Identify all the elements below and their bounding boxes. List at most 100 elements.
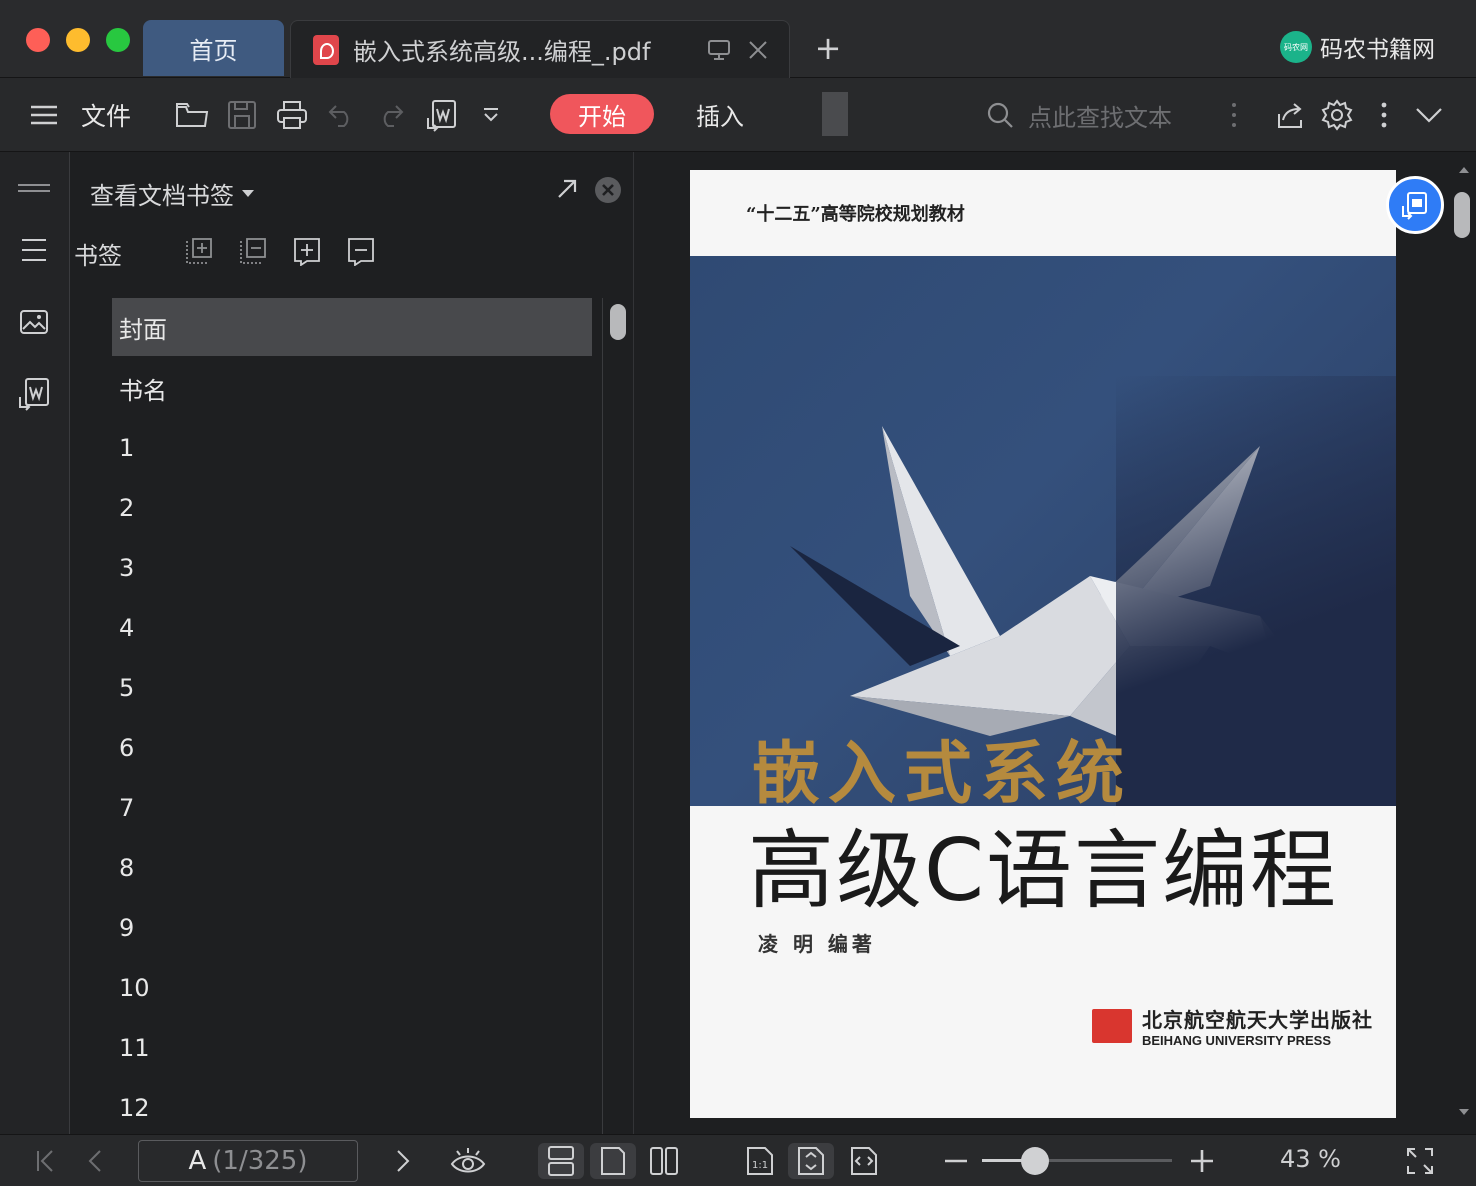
cover-title-main: 高级C语言编程 (748, 821, 1339, 921)
single-page-icon (601, 1147, 625, 1175)
panel-title: 查看文档书签 (90, 182, 234, 210)
thumbnail-image-icon[interactable] (18, 306, 50, 338)
panel-title-dropdown[interactable]: 查看文档书签 (90, 176, 254, 211)
hamburger-menu-icon[interactable] (28, 96, 60, 134)
bookmark-item[interactable]: 书名 (112, 358, 592, 418)
more-options-icon[interactable] (1372, 96, 1396, 134)
bookmark-item[interactable]: 4 (112, 598, 592, 658)
bookmark-item[interactable]: 10 (112, 958, 592, 1018)
eye-protection-icon[interactable] (448, 1143, 488, 1179)
tab-document[interactable]: 嵌入式系统高级...编程_.pdf (290, 20, 790, 78)
bookmark-item[interactable]: 2 (112, 478, 592, 538)
panel-scrollbar[interactable] (610, 304, 626, 340)
bookmark-item[interactable]: 11 (112, 1018, 592, 1078)
page-info: (1/325) (212, 1146, 308, 1176)
close-panel-icon[interactable] (594, 176, 622, 204)
search-icon[interactable] (984, 96, 1016, 134)
print-icon[interactable] (274, 96, 310, 134)
bookmark-list-icon[interactable] (18, 234, 50, 266)
two-page-icon[interactable] (644, 1143, 684, 1179)
title-bar: 首页 嵌入式系统高级...编程_.pdf + 码农网 码农书籍网 (0, 0, 1476, 78)
zoom-slider[interactable] (982, 1147, 1172, 1175)
fullscreen-icon[interactable] (1404, 1143, 1436, 1179)
new-tab-button[interactable]: + (812, 30, 844, 66)
svg-text:1:1: 1:1 (752, 1160, 768, 1171)
undo-icon[interactable] (326, 96, 358, 134)
publisher-name-cn: 北京航空航天大学出版社 (1142, 1008, 1373, 1032)
tab-home[interactable]: 首页 (143, 20, 284, 76)
ribbon-scroll-button[interactable] (822, 92, 848, 136)
tab-insert[interactable]: 插入 (696, 94, 744, 134)
bookmark-item[interactable]: 9 (112, 898, 592, 958)
pop-out-icon[interactable] (556, 178, 578, 200)
tab-start[interactable]: 开始 (550, 94, 654, 134)
bookmarks-label: 书签 (74, 242, 122, 270)
document-view[interactable]: “十二五”高等院校规划教材 嵌入式系统 高级C语言编程 凌 明 编著 北京航空航… (634, 152, 1476, 1134)
expand-all-icon[interactable] (184, 236, 214, 266)
tab-home-label: 首页 (189, 36, 238, 65)
file-menu[interactable]: 文件 (78, 96, 134, 134)
monitor-icon[interactable] (707, 39, 731, 61)
collapse-ribbon-icon[interactable] (1412, 96, 1446, 134)
previous-page-icon[interactable] (80, 1143, 110, 1179)
redo-icon[interactable] (374, 96, 406, 134)
single-page-button[interactable] (590, 1143, 636, 1179)
vertical-dots-icon[interactable] (1222, 96, 1246, 134)
maximize-window-button[interactable] (106, 28, 130, 52)
fit-page-icon (798, 1147, 824, 1175)
document-scrollbar[interactable] (1454, 192, 1470, 238)
pdf-file-icon (313, 34, 339, 65)
share-icon[interactable] (1274, 96, 1306, 134)
bookmark-item[interactable]: 3 (112, 538, 592, 598)
bookmark-item[interactable]: 8 (112, 838, 592, 898)
page-label: A (188, 1146, 207, 1176)
convert-to-word-icon[interactable] (424, 96, 460, 134)
collapse-panel-icon[interactable] (18, 172, 50, 204)
brand[interactable]: 码农网 码农书籍网 (1280, 30, 1435, 64)
bookmark-item[interactable]: 5 (112, 658, 592, 718)
bookmark-list: 封面 书名 1 2 3 4 5 6 7 8 9 10 11 12 (112, 298, 592, 1138)
cover-publisher: 北京航空航天大学出版社 BEIHANG UNIVERSITY PRESS (1092, 1004, 1373, 1048)
save-icon[interactable] (224, 96, 260, 134)
first-page-icon[interactable] (30, 1143, 60, 1179)
zoom-level[interactable]: 43 % (1280, 1145, 1341, 1173)
page-number-input[interactable]: A (1/325) (138, 1140, 358, 1182)
bookmark-item[interactable]: 封面 (112, 298, 592, 356)
zoom-out-icon[interactable] (942, 1143, 970, 1179)
add-bookmark-icon[interactable] (292, 236, 322, 266)
settings-gear-icon[interactable] (1320, 96, 1354, 134)
search-input[interactable]: 点此查找文本 (1028, 98, 1172, 133)
more-dropdown-icon[interactable] (478, 96, 504, 134)
bookmark-item[interactable]: 7 (112, 778, 592, 838)
status-bar: A (1/325) 1:1 43 % (0, 1134, 1476, 1186)
open-folder-icon[interactable] (174, 96, 210, 134)
tab-start-label: 开始 (578, 102, 626, 131)
publisher-logo (1092, 1009, 1132, 1043)
convert-word-icon[interactable] (18, 378, 50, 411)
pdf-page: “十二五”高等院校规划教材 嵌入式系统 高级C语言编程 凌 明 编著 北京航空航… (690, 170, 1396, 1118)
close-window-button[interactable] (26, 28, 50, 52)
close-tab-icon[interactable] (747, 39, 769, 61)
bookmark-item[interactable]: 6 (112, 718, 592, 778)
zoom-slider-handle[interactable] (1021, 1147, 1050, 1175)
minimize-window-button[interactable] (66, 28, 90, 52)
convert-doc-icon (1402, 192, 1427, 220)
brand-logo: 码农网 (1280, 31, 1312, 63)
fit-width-icon[interactable] (846, 1143, 882, 1179)
bookmark-item[interactable]: 1 (112, 418, 592, 478)
file-menu-label: 文件 (80, 102, 131, 131)
bookmark-item[interactable]: 12 (112, 1078, 592, 1138)
actual-size-icon[interactable]: 1:1 (742, 1143, 778, 1179)
continuous-view-button[interactable] (538, 1143, 584, 1179)
continuous-view-icon (548, 1146, 574, 1176)
tab-insert-label: 插入 (696, 102, 744, 131)
fit-page-button[interactable] (788, 1143, 834, 1179)
zoom-in-icon[interactable] (1188, 1143, 1216, 1179)
scroll-up-arrow-icon[interactable] (1458, 166, 1470, 174)
delete-bookmark-icon[interactable] (346, 236, 376, 266)
scroll-down-arrow-icon[interactable] (1458, 1108, 1470, 1116)
collapse-all-icon[interactable] (238, 236, 268, 266)
floating-convert-button[interactable] (1386, 176, 1444, 234)
next-page-icon[interactable] (388, 1143, 418, 1179)
bookmark-panel: 查看文档书签 书签 封面 书名 1 2 3 4 5 6 7 8 9 10 11 12 (70, 152, 634, 1134)
